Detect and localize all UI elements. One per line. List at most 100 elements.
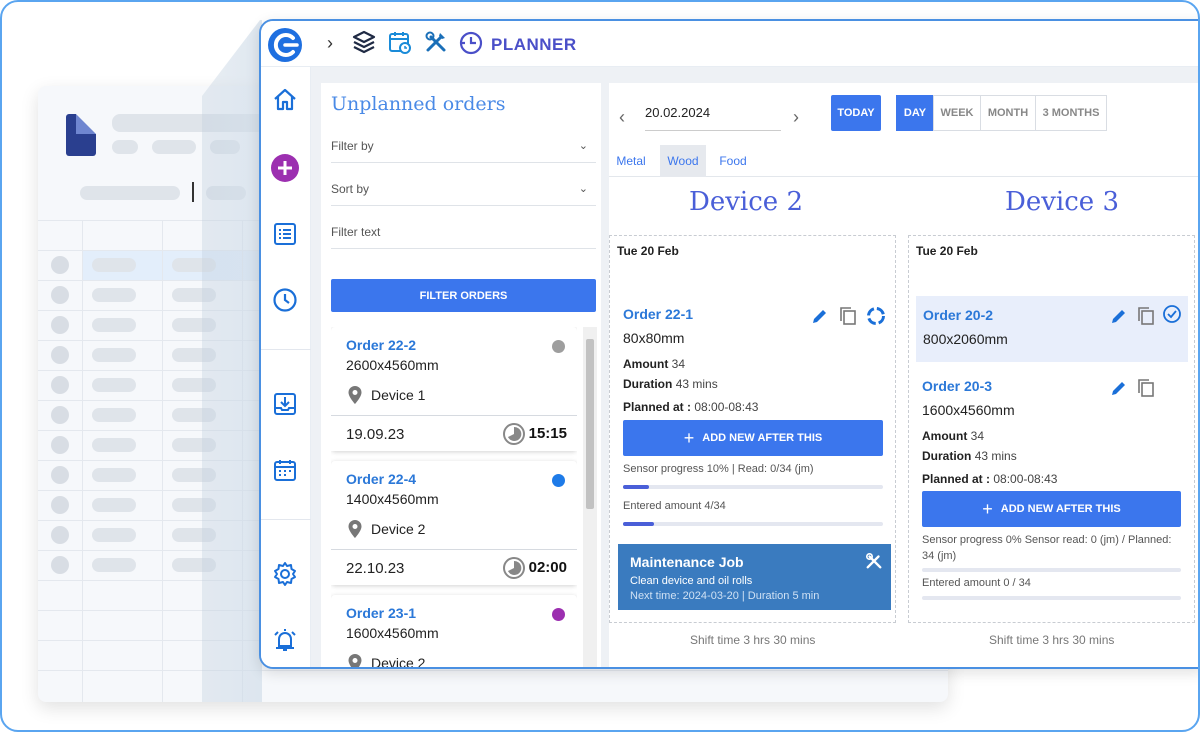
edit-icon[interactable] [810, 306, 830, 326]
add-new-after-button[interactable]: + ADD NEW AFTER THIS [922, 491, 1181, 527]
sensor-progress-fill [623, 485, 649, 489]
cell-placeholder [92, 468, 136, 482]
download-tray-icon[interactable] [272, 391, 298, 417]
order-dims: 1600x4560mm [922, 402, 1015, 418]
scheduled-order[interactable]: Order 20-3 1600x4560mm Amount 34 Duratio… [909, 368, 1194, 604]
cell-placeholder [92, 378, 136, 392]
amount-row: Amount 34 [922, 429, 984, 443]
maintenance-job-card[interactable]: Maintenance Job Clean device and oil rol… [618, 544, 891, 610]
app-title: PLANNER [491, 35, 577, 54]
home-icon[interactable] [272, 87, 298, 113]
row-checkbox [51, 376, 69, 394]
maintenance-desc: Clean device and oil rolls [630, 575, 753, 587]
duration-label: Duration [922, 449, 972, 463]
grid-line [82, 220, 83, 702]
order-name[interactable]: Order 20-2 [923, 307, 993, 323]
cell-placeholder [92, 438, 136, 452]
content-area: Unplanned orders Filter by ⌄ Sort by ⌄ Fil… [311, 67, 1198, 667]
progress-ring-icon[interactable] [866, 306, 886, 326]
order-dims: 1400x4560mm [346, 491, 439, 507]
calendar-clock-icon[interactable] [387, 29, 413, 55]
schedule-panel: ‹ 20.02.2024 › TODAY DAY WEEK MONTH 3 MO… [609, 83, 1198, 667]
view-month-button[interactable]: MONTH [980, 95, 1036, 131]
duration-label: Duration [623, 377, 673, 391]
list-icon[interactable] [272, 221, 298, 247]
location-pin-icon [348, 520, 362, 538]
copy-icon[interactable] [838, 306, 858, 326]
date-input[interactable]: 20.02.2024 [645, 103, 781, 131]
order-date: 19.09.23 [346, 426, 405, 443]
order-name[interactable]: Order 20-3 [922, 378, 992, 394]
next-date-icon[interactable]: › [793, 107, 799, 128]
tab-wood[interactable]: Wood [660, 145, 706, 177]
order-name[interactable]: Order 22-4 [346, 471, 416, 487]
clock-icon[interactable] [272, 287, 298, 313]
scheduled-order-selected[interactable]: Order 20-2 800x2060mm [916, 296, 1188, 362]
cell-placeholder [92, 558, 136, 572]
gear-icon[interactable] [272, 561, 298, 587]
sort-by-select[interactable]: Sort by ⌄ [331, 172, 596, 206]
sensor-progress-bar [922, 568, 1181, 572]
order-card[interactable]: Order 22-2 2600x4560mm Device 1 19.09.23… [331, 327, 577, 451]
order-device: Device 2 [371, 521, 426, 537]
status-dot [552, 340, 565, 353]
view-day-button[interactable]: DAY [896, 95, 934, 131]
app-logo-icon[interactable] [267, 27, 303, 63]
tools-icon[interactable] [423, 29, 449, 55]
row-checkbox [51, 316, 69, 334]
row-checkbox [51, 466, 69, 484]
row-checkbox [51, 256, 69, 274]
day-header: Tue 20 Feb [916, 244, 978, 258]
duration-value: 43 mins [675, 377, 718, 391]
calendar-icon[interactable] [272, 457, 298, 483]
add-new-label: ADD NEW AFTER THIS [1000, 503, 1121, 515]
top-bar: › PLANNER [261, 21, 1198, 67]
entered-amount-text: Entered amount 0 / 34 [922, 577, 1031, 589]
planned-row: Planned at : 08:00-08:43 [922, 472, 1057, 486]
entered-amount-bar [922, 596, 1181, 600]
planned-label: Planned at : [922, 472, 991, 486]
prev-date-icon[interactable]: ‹ [619, 107, 625, 128]
status-dot [552, 608, 565, 621]
scrollbar-thumb[interactable] [586, 339, 594, 509]
order-name[interactable]: Order 22-1 [623, 306, 693, 322]
order-card[interactable]: Order 23-1 1600x4560mm Device 2 [331, 595, 577, 667]
view-week-button[interactable]: WEEK [933, 95, 981, 131]
order-card[interactable]: Order 22-4 1400x4560mm Device 2 22.10.23… [331, 461, 577, 585]
filter-by-select[interactable]: Filter by ⌄ [331, 129, 596, 163]
device-column: Tue 20 Feb Order 20-2 800x2060mm Order 2… [908, 235, 1195, 623]
grid-line [162, 220, 163, 702]
tab-metal[interactable]: Metal [611, 145, 651, 177]
add-new-after-button[interactable]: + ADD NEW AFTER THIS [623, 420, 883, 456]
order-footer: 22.10.23 02:00 [331, 549, 577, 585]
plus-icon: + [683, 427, 695, 448]
filter-orders-button[interactable]: FILTER ORDERS [331, 279, 596, 312]
sort-by-label: Sort by [331, 181, 370, 196]
copy-icon[interactable] [1136, 378, 1156, 398]
scheduled-order[interactable]: Order 22-1 80x80mm Amount 34 Duration 43… [610, 294, 895, 534]
filter-text-input[interactable]: Filter text [331, 215, 596, 249]
category-tabs: Metal Wood Food [609, 145, 1198, 177]
copy-icon[interactable] [1136, 306, 1156, 326]
today-button[interactable]: TODAY [831, 95, 881, 131]
layers-icon[interactable] [351, 29, 377, 55]
unplanned-orders-panel: Unplanned orders Filter by ⌄ Sort by ⌄ Fil… [321, 83, 601, 667]
order-name[interactable]: Order 22-2 [346, 337, 416, 353]
order-list-scrollbar[interactable] [583, 327, 597, 667]
edit-icon[interactable] [1109, 378, 1129, 398]
timer-icon[interactable] [458, 29, 484, 55]
edit-icon[interactable] [1109, 306, 1129, 326]
amount-label: Amount [623, 357, 669, 371]
tab-food[interactable]: Food [713, 145, 753, 177]
entered-amount-text: Entered amount 4/34 [623, 500, 726, 512]
location-pin-icon [348, 654, 362, 667]
view-3months-button[interactable]: 3 MONTHS [1035, 95, 1107, 131]
order-name[interactable]: Order 23-1 [346, 605, 416, 621]
add-circle-icon[interactable] [270, 153, 300, 183]
device-title: Device 3 [1005, 187, 1119, 217]
sensor-progress-text: Sensor progress 10% | Read: 0/34 (jm) [623, 463, 814, 475]
row-checkbox [51, 526, 69, 544]
alarm-icon[interactable] [272, 627, 298, 653]
check-circle-icon[interactable] [1162, 304, 1182, 324]
frame: › PLANNER Unplanned orders Filter by ⌄ S… [0, 0, 1200, 732]
